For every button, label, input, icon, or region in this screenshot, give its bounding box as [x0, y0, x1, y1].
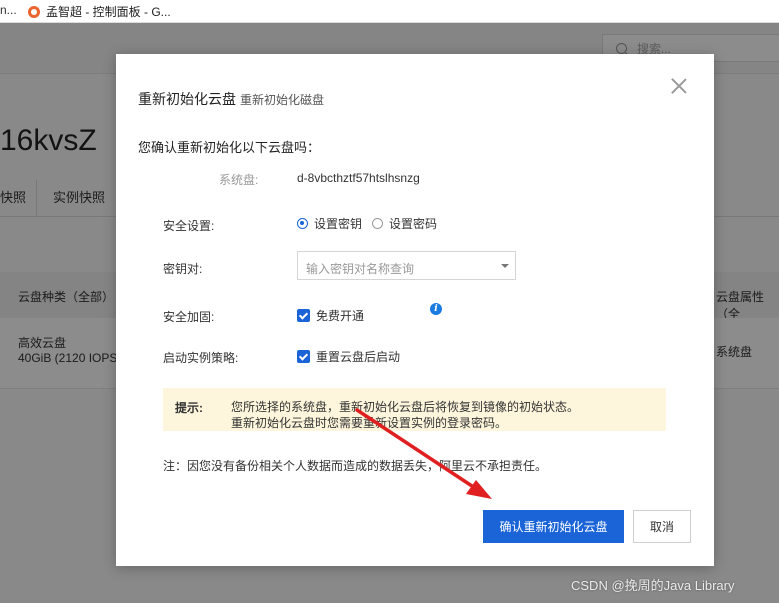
reinit-disk-dialog: 重新初始化云盘 重新初始化磁盘 您确认重新初始化以下云盘吗： 系统盘: d-8vb…: [116, 54, 714, 566]
radio-set-key[interactable]: 设置密钥: [297, 215, 362, 232]
hardening-label: 安全加固:: [163, 310, 215, 324]
confirm-question: 您确认重新初始化以下云盘吗：: [138, 140, 321, 155]
hardening-option-label: 免费开通: [316, 309, 365, 323]
bookmarks-bar: n... 孟智超 - 控制面板 - G...: [0, 0, 779, 23]
bookmark-label: 孟智超 - 控制面板 - G...: [46, 5, 171, 19]
info-icon[interactable]: i: [430, 303, 442, 315]
startup-option-label: 重置云盘后启动: [316, 350, 401, 364]
checkbox-checked-icon: [297, 309, 310, 322]
caret-down-icon: [501, 264, 509, 268]
dialog-title: 重新初始化云盘 重新初始化磁盘: [138, 89, 324, 109]
dialog-title-text: 重新初始化云盘: [138, 91, 236, 107]
dialog-subtitle: 重新初始化磁盘: [240, 93, 325, 107]
bookmark-control-panel[interactable]: 孟智超 - 控制面板 - G...: [28, 3, 171, 20]
bookmark-truncated[interactable]: n...: [0, 3, 17, 17]
close-icon[interactable]: [669, 76, 689, 96]
radio-selected-icon: [297, 218, 308, 229]
disclaimer-note: 注：因您没有备份相关个人数据而造成的数据丢失，阿里云不承担责任。: [163, 459, 548, 473]
startup-label: 启动实例策略:: [163, 351, 239, 365]
csdn-watermark: CSDN @挽周的Java Library: [571, 578, 735, 593]
site-favicon-icon: [28, 5, 40, 18]
keypair-placeholder: 输入密钥对名称查询: [306, 262, 415, 276]
radio-set-password-label: 设置密码: [389, 217, 438, 231]
security-radio-group: 设置密钥 设置密码: [297, 215, 447, 232]
radio-set-password[interactable]: 设置密码: [372, 215, 437, 232]
notice-label: 提示:: [175, 401, 203, 415]
startup-checkbox[interactable]: 重置云盘后启动: [297, 348, 400, 365]
keypair-label: 密钥对:: [163, 262, 203, 276]
confirm-reinit-button[interactable]: 确认重新初始化云盘: [483, 510, 624, 543]
system-disk-id: d-8vbcthztf57htslhsnzg: [297, 171, 420, 185]
system-disk-label: 系统盘:: [219, 173, 259, 187]
radio-unselected-icon: [372, 218, 384, 229]
cancel-button[interactable]: 取消: [633, 510, 691, 543]
hardening-checkbox[interactable]: 免费开通: [297, 307, 364, 324]
security-label: 安全设置:: [163, 219, 215, 233]
notice-line-2: 重新初始化云盘时您需要重新设置实例的登录密码。: [231, 416, 508, 430]
checkbox-checked-icon: [297, 350, 310, 363]
keypair-select[interactable]: 输入密钥对名称查询: [297, 251, 516, 280]
notice-line-1: 您所选择的系统盘，重新初始化云盘后将恢复到镜像的初始状态。: [231, 400, 580, 414]
radio-set-key-label: 设置密钥: [314, 217, 363, 231]
notice-box: 提示: 您所选择的系统盘，重新初始化云盘后将恢复到镜像的初始状态。 重新初始化云…: [163, 388, 666, 431]
notice-text: 您所选择的系统盘，重新初始化云盘后将恢复到镜像的初始状态。 重新初始化云盘时您需…: [231, 399, 579, 431]
